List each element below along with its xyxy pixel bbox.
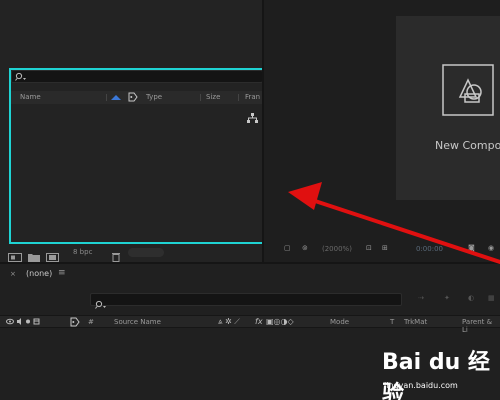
annotation-arrow (288, 182, 500, 264)
watermark-url: jingyan.baidu.com (384, 381, 458, 390)
baidu-watermark: Bai du 经验 jingyan.baidu.com (382, 344, 500, 400)
baidu-logo: Bai du 经验 (382, 350, 490, 400)
